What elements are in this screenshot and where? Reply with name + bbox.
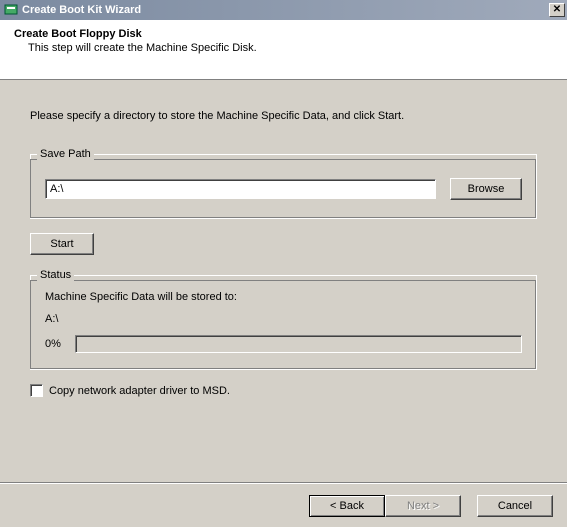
status-line-1: Machine Specific Data will be stored to: [45, 291, 522, 303]
close-button[interactable]: ✕ [549, 3, 565, 17]
page-heading: Create Boot Floppy Disk [14, 28, 553, 40]
status-line-2: A:\ [45, 313, 522, 325]
save-path-input[interactable] [45, 179, 436, 199]
page-subtext: This step will create the Machine Specif… [28, 42, 553, 54]
wizard-header: Create Boot Floppy Disk This step will c… [0, 20, 567, 80]
progress-bar [75, 335, 522, 353]
progress-percent: 0% [45, 338, 65, 350]
save-path-legend: Save Path [37, 148, 94, 160]
titlebar: Create Boot Kit Wizard ✕ [0, 0, 567, 20]
save-path-group: Save Path Browse [30, 148, 537, 219]
window-title: Create Boot Kit Wizard [22, 4, 549, 16]
wizard-footer: < Back Next > Cancel [0, 483, 567, 527]
status-legend: Status [37, 269, 74, 281]
browse-button[interactable]: Browse [450, 178, 522, 200]
copy-driver-label: Copy network adapter driver to MSD. [49, 385, 230, 397]
back-button[interactable]: < Back [309, 495, 385, 517]
instruction-text: Please specify a directory to store the … [30, 110, 537, 122]
wizard-body: Please specify a directory to store the … [0, 80, 567, 407]
copy-driver-checkbox[interactable] [30, 384, 43, 397]
app-icon [4, 3, 18, 17]
start-button[interactable]: Start [30, 233, 94, 255]
next-button[interactable]: Next > [385, 495, 461, 517]
cancel-button[interactable]: Cancel [477, 495, 553, 517]
status-group: Status Machine Specific Data will be sto… [30, 269, 537, 370]
